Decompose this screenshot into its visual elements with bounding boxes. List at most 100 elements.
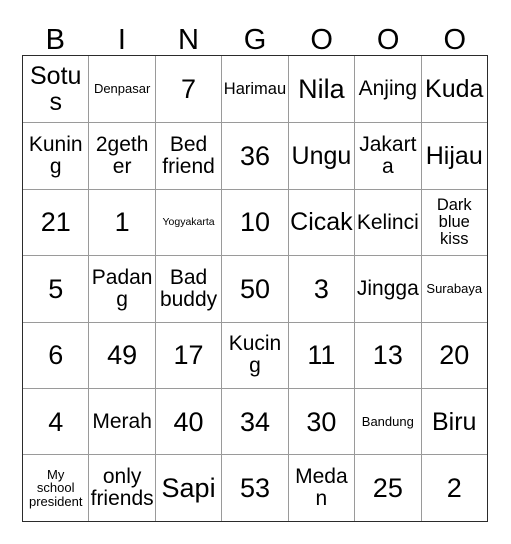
bingo-cell-r2-c5[interactable]: Kelinci [354, 189, 420, 256]
bingo-cell-r5-c4[interactable]: 30 [287, 388, 354, 455]
bingo-cell-r0-c0[interactable]: Sotus [23, 56, 88, 122]
bingo-header-letter-0: B [45, 24, 65, 56]
bingo-cell-label: Bad buddy [159, 266, 218, 311]
bingo-cell-label: 11 [307, 340, 336, 371]
bingo-cell-label: Ungu [291, 142, 352, 171]
bingo-cell-r0-c6[interactable]: Kuda [420, 56, 487, 123]
bingo-cell-label: 4 [48, 406, 64, 437]
bingo-row: 5 Padang Bad buddy 50 3 Jingga Surabaya [23, 255, 487, 322]
bingo-cell-r2-c4[interactable]: Cicak [287, 189, 354, 256]
bingo-cell-label: 50 [239, 273, 270, 304]
bingo-cell-r2-c6[interactable]: Dark blue kiss [420, 189, 487, 256]
bingo-cell-r6-c5[interactable]: 25 [354, 455, 420, 521]
bingo-cell-r5-c3[interactable]: 34 [221, 388, 287, 455]
bingo-cell-label: 7 [181, 74, 197, 105]
bingo-cell-r4-c1[interactable]: 49 [88, 322, 154, 388]
bingo-header-row: BINGOOO [22, 13, 488, 55]
bingo-cell-label: Jakarta [359, 133, 417, 179]
bingo-cell-label: Sapi [161, 473, 216, 503]
bingo-cell-r1-c6[interactable]: Hijau [420, 123, 487, 189]
bingo-cell-r4-c4[interactable]: 11 [287, 322, 354, 388]
bingo-cell-r1-c0[interactable]: Kuning [23, 123, 88, 188]
bingo-cell-label: Hijau [425, 142, 483, 171]
bingo-cell-r0-c3[interactable]: Harimau [221, 56, 287, 123]
bingo-cell-label: 36 [239, 141, 270, 172]
bingo-header-letter-2: N [177, 24, 199, 56]
bingo-cell-r0-c2[interactable]: 7 [154, 56, 221, 123]
bingo-cell-r3-c1[interactable]: Padang [88, 256, 154, 322]
bingo-cell-r2-c0[interactable]: 21 [23, 190, 88, 255]
bingo-header-letter-5: O [376, 24, 400, 56]
bingo-cell-label: 34 [239, 406, 270, 437]
bingo-cell-label: 13 [372, 340, 403, 371]
bingo-cell-label: 2gether [95, 133, 149, 179]
bingo-cell-label: Sotus [29, 62, 82, 117]
bingo-cell-label: 20 [439, 340, 470, 371]
bingo-cell-r4-c5[interactable]: 13 [354, 322, 420, 388]
bingo-cell-label: Bandung [361, 413, 414, 429]
bingo-cell-r1-c5[interactable]: Jakarta [354, 123, 420, 189]
bingo-cell-label: Jingga [356, 276, 419, 300]
bingo-cell-label: Biru [432, 407, 477, 436]
bingo-cell-r1-c1[interactable]: 2gether [88, 123, 154, 189]
bingo-cell-label: 17 [173, 340, 204, 371]
bingo-cell-label: 49 [107, 340, 138, 371]
bingo-cell-label: 40 [173, 406, 204, 437]
bingo-row: 4 Merah 40 34 30 Bandung Biru [23, 387, 487, 455]
bingo-cell-label: 21 [40, 207, 71, 238]
bingo-cell-r0-c1[interactable]: Denpasar [88, 56, 154, 123]
bingo-cell-r1-c3[interactable]: 36 [221, 123, 287, 189]
bingo-cell-label: Surabaya [426, 281, 483, 297]
bingo-cell-label: My school president [28, 466, 83, 509]
bingo-header-letter-6: O [443, 24, 467, 56]
bingo-cell-label: Merah [92, 409, 152, 433]
bingo-cell-r3-c3[interactable]: 50 [221, 256, 287, 322]
bingo-cell-r4-c2[interactable]: 17 [154, 322, 221, 388]
bingo-cell-r4-c3[interactable]: Kucing [221, 322, 287, 388]
bingo-cell-label: Padang [91, 266, 153, 311]
bingo-cell-label: Harimau [223, 79, 287, 98]
bingo-header-letter-1: I [117, 24, 126, 56]
bingo-cell-r1-c2[interactable]: Bed friend [154, 123, 221, 189]
bingo-cell-r6-c2[interactable]: Sapi [154, 455, 221, 521]
bingo-cell-r3-c4[interactable]: 3 [287, 256, 354, 322]
bingo-cell-r2-c3[interactable]: 10 [221, 189, 287, 256]
bingo-cell-r6-c3[interactable]: 53 [221, 455, 287, 521]
bingo-cell-r3-c2[interactable]: Bad buddy [154, 256, 221, 322]
bingo-cell-label: only friends [90, 465, 154, 511]
bingo-cell-r6-c1[interactable]: only friends [88, 455, 154, 521]
bingo-cell-r0-c5[interactable]: Anjing [354, 56, 420, 123]
bingo-row: 6 49 17 Kucing 11 13 20 [23, 321, 487, 388]
bingo-cell-label: 53 [239, 473, 270, 503]
bingo-cell-r0-c4[interactable]: Nila [287, 56, 354, 123]
bingo-cell-r5-c2[interactable]: 40 [154, 388, 221, 455]
bingo-cell-label: Cicak [290, 208, 353, 237]
bingo-cell-r3-c0[interactable]: 5 [23, 256, 88, 321]
bingo-card: B I N G O O O Sotus Denpasar 7 Harimau Nila Anjing K… [22, 13, 488, 522]
bingo-cell-r3-c5[interactable]: Jingga [354, 256, 420, 322]
bingo-row: Kuning 2gether Bed friend 36 Ungu Jakarta Hija… [23, 122, 487, 189]
bingo-cell-r1-c4[interactable]: Ungu [287, 123, 354, 189]
bingo-cell-r2-c1[interactable]: 1 [88, 189, 154, 256]
bingo-cell-label: 3 [313, 273, 329, 304]
bingo-cell-r6-c4[interactable]: Medan [287, 455, 354, 521]
bingo-cell-r6-c6[interactable]: 2 [420, 455, 487, 521]
bingo-cell-label: Anjing [358, 77, 418, 101]
bingo-row: My school president only friends Sapi 53 Med… [23, 454, 487, 521]
bingo-cell-r6-c0[interactable]: My school president [23, 455, 88, 520]
bingo-row: Sotus Denpasar 7 Harimau Nila Anjing Kuda [23, 56, 487, 123]
bingo-cell-r4-c6[interactable]: 20 [420, 322, 487, 388]
bingo-cell-label: Yogyakarta [162, 216, 215, 229]
bingo-cell-label: 1 [114, 207, 130, 238]
bingo-cell-label: Kuning [28, 133, 83, 179]
bingo-cell-label: Kucing [228, 332, 282, 378]
bingo-cell-r5-c0[interactable]: 4 [23, 389, 88, 454]
bingo-cell-label: 6 [48, 340, 64, 371]
bingo-cell-r3-c6[interactable]: Surabaya [420, 256, 487, 322]
bingo-header-letter-4: O [310, 24, 333, 56]
bingo-cell-r5-c5[interactable]: Bandung [354, 388, 420, 455]
bingo-cell-r5-c1[interactable]: Merah [88, 388, 154, 455]
bingo-cell-r5-c6[interactable]: Biru [420, 388, 487, 455]
bingo-cell-r2-c2[interactable]: Yogyakarta [154, 189, 221, 256]
bingo-cell-r4-c0[interactable]: 6 [23, 323, 88, 388]
